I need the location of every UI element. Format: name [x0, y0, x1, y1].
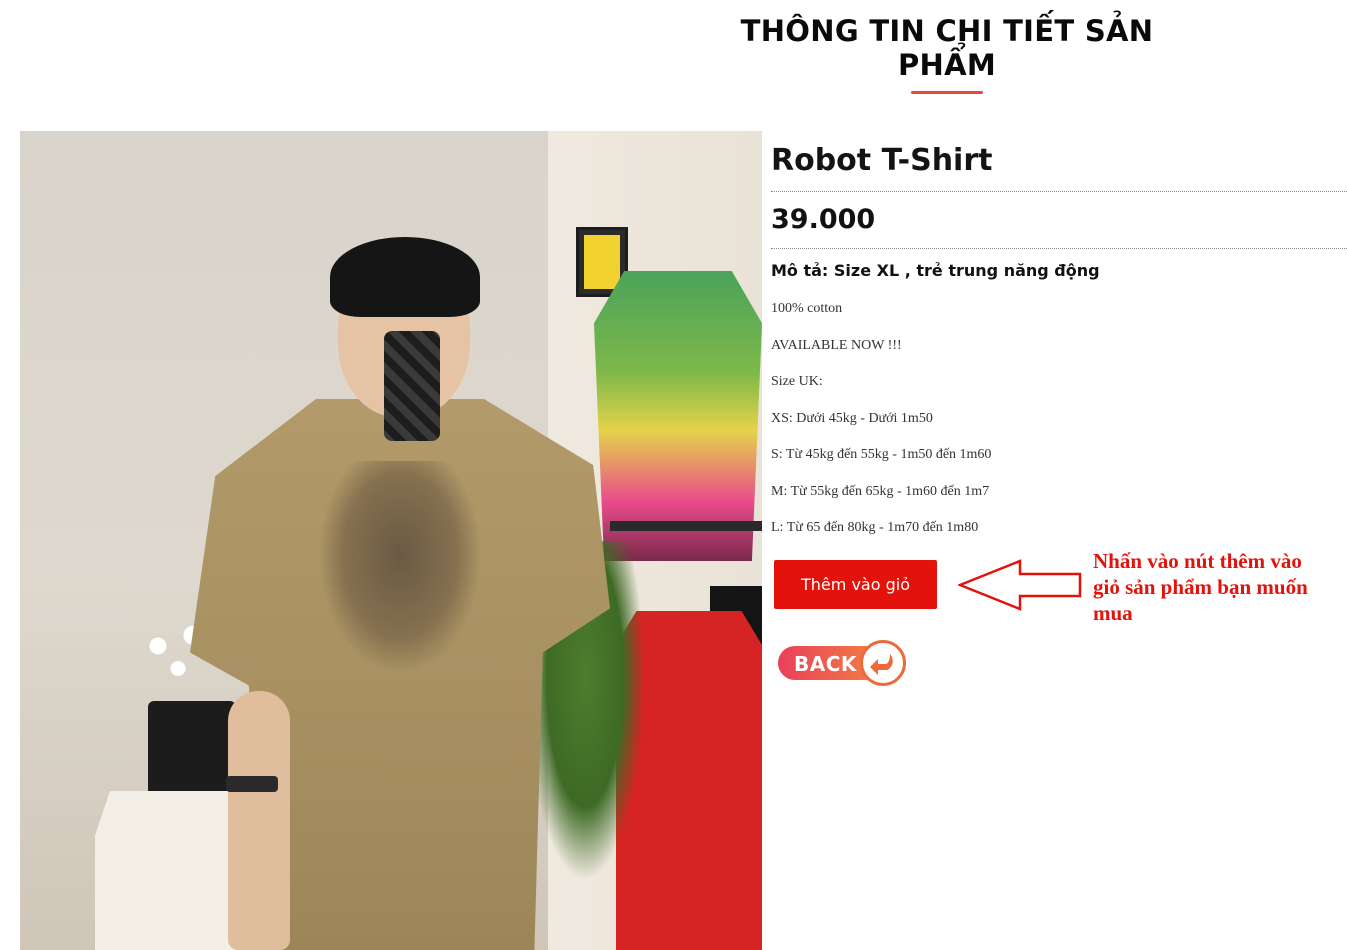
description-body: 100% cotton AVAILABLE NOW !!! Size UK: X…: [771, 302, 1347, 558]
product-title: Robot T-Shirt: [771, 143, 993, 178]
product-price: 39.000: [771, 204, 876, 235]
hanging-shirt-tie-dye: [594, 271, 762, 561]
product-info: Robot T-Shirt 39.000 Mô tả: Size XL , tr…: [771, 131, 1347, 558]
back-button[interactable]: BACK: [778, 640, 906, 686]
model-hair: [330, 237, 480, 317]
description-line: XS: Dưới 45kg - Dưới 1m50: [771, 410, 933, 426]
side-table: [95, 791, 245, 950]
return-arrow-icon: [860, 640, 906, 686]
description-line: S: Từ 45kg đến 55kg - 1m50 đến 1m60: [771, 447, 992, 462]
description-line: AVAILABLE NOW !!!: [771, 337, 902, 353]
page-title: THÔNG TIN CHI TIẾT SẢN PHẨM: [740, 14, 1154, 82]
clothing-rack: [610, 521, 762, 531]
description-label: Mô tả: Size XL , trẻ trung năng động: [771, 261, 1100, 280]
tshirt-print: [320, 461, 480, 671]
instruction-note: Nhấn vào nút thêm vào giỏ sản phẩm bạn m…: [1093, 549, 1308, 625]
description-line: 100% cotton: [771, 301, 843, 316]
watch: [226, 776, 278, 792]
section-heading: THÔNG TIN CHI TIẾT SẢN PHẨM: [690, 14, 1204, 94]
description-line: Size UK:: [771, 374, 823, 389]
description-line: M: Từ 55kg đến 65kg - 1m60 đến 1m7: [771, 483, 990, 499]
add-to-cart-button[interactable]: Thêm vào giỏ: [774, 560, 937, 609]
phone: [384, 331, 440, 441]
divider: [771, 248, 1347, 249]
back-label: BACK: [794, 652, 857, 676]
divider: [771, 191, 1347, 192]
product-image: [20, 131, 762, 950]
title-underline: [911, 91, 983, 94]
product-detail-page: THÔNG TIN CHI TIẾT SẢN PHẨM Robot T-Shir…: [0, 0, 1347, 950]
model-arm: [228, 691, 290, 950]
arrow-left-outline-icon: [958, 559, 1082, 611]
